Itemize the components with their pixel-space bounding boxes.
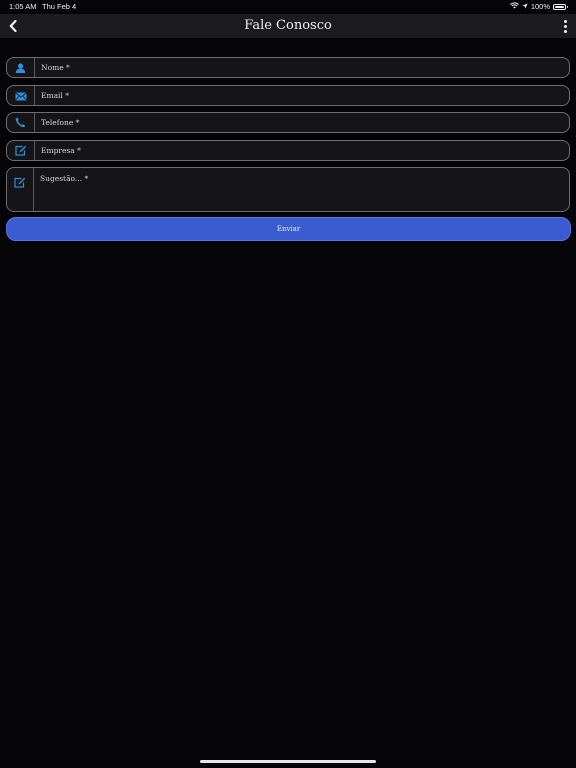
contact-form: Nome * Email * Telefone * Empresa * Suge… (6, 57, 571, 241)
nome-field[interactable]: Nome * (6, 57, 570, 78)
empresa-input[interactable]: Empresa * (35, 141, 569, 160)
nome-field-icon-cell (7, 58, 35, 77)
status-indicators: 100% (509, 2, 568, 11)
home-indicator[interactable] (200, 760, 376, 763)
email-field-icon-cell (7, 85, 35, 105)
more-vertical-icon (563, 19, 567, 33)
telefone-field[interactable]: Telefone * (6, 112, 570, 133)
nav-bar: Fale Conosco (0, 14, 576, 38)
email-input[interactable]: Email * (35, 86, 569, 105)
battery-percent: 100% (530, 2, 550, 11)
email-field[interactable]: Email * (6, 84, 570, 106)
submit-button[interactable]: Enviar (6, 217, 571, 241)
envelope-icon (14, 86, 27, 105)
page-title: Fale Conosco (244, 18, 332, 33)
sugestao-textarea[interactable]: Sugestão... * (34, 168, 569, 211)
telefone-field-icon-cell (7, 113, 35, 132)
nome-input[interactable]: Nome * (35, 58, 569, 77)
sugestao-field-icon-cell (7, 168, 34, 211)
status-bar: 1:05 AM Thu Feb 4 100% (0, 0, 576, 14)
empresa-field[interactable]: Empresa * (6, 139, 570, 161)
edit-icon (14, 141, 27, 160)
more-menu-button[interactable] (560, 17, 570, 35)
status-time: 1:05 AM (9, 2, 37, 11)
telefone-input[interactable]: Telefone * (35, 113, 569, 132)
battery-icon (553, 3, 568, 10)
person-icon (15, 58, 26, 77)
location-icon (522, 2, 528, 11)
sugestao-field[interactable]: Sugestão... * (6, 167, 570, 212)
empresa-field-icon-cell (7, 140, 35, 160)
phone-icon (15, 113, 26, 132)
status-date: Thu Feb 4 (42, 2, 77, 11)
wifi-icon (509, 2, 519, 11)
edit-icon (14, 173, 26, 192)
